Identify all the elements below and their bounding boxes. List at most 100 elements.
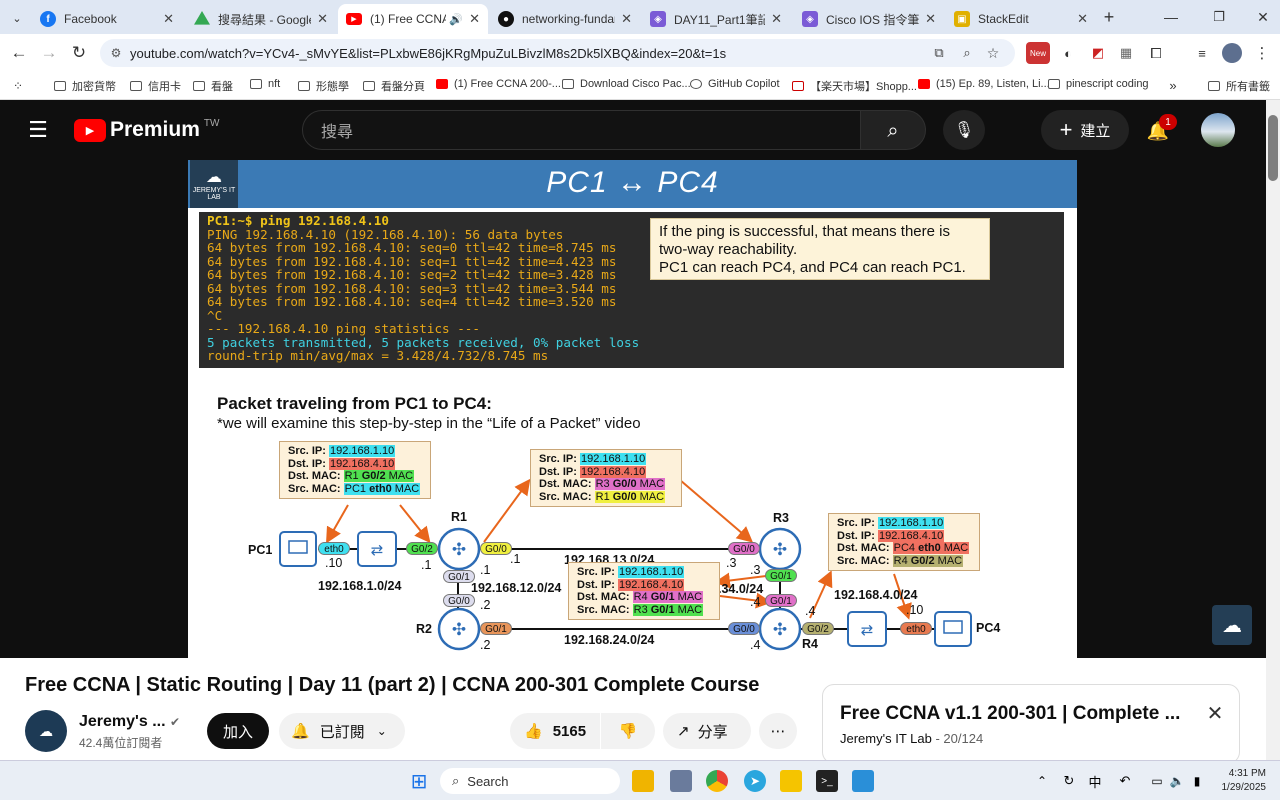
site-info-icon[interactable]: ⚙ (108, 44, 124, 62)
channel-avatar[interactable]: ☁ (25, 710, 67, 752)
dislike-button[interactable]: 👎 (601, 713, 655, 749)
profile-avatar[interactable] (1222, 43, 1242, 63)
video-player[interactable]: ☁ JEREMY'S IT LAB PC1 ↔ PC4 PC1:~$ ping 1… (188, 160, 1077, 658)
tab-facebook[interactable]: f Facebook ✕ (32, 4, 182, 34)
battery-icon[interactable]: ▮ (1188, 771, 1206, 791)
more-bookmarks-icon[interactable]: » (1166, 77, 1180, 93)
extension-icon[interactable]: ▦ (1116, 42, 1136, 64)
tab-stackedit[interactable]: ▣ StackEdit ✕ (946, 4, 1096, 34)
close-icon[interactable]: ✕ (317, 11, 328, 27)
close-icon[interactable]: ✕ (771, 11, 782, 27)
extension-new-icon[interactable]: New (1026, 42, 1050, 64)
tab-hackmd-day11[interactable]: ◈ DAY11_Part1筆記 - H ✕ (642, 4, 790, 34)
hackmd-icon: ◈ (802, 11, 818, 27)
file-explorer-icon[interactable] (632, 770, 654, 792)
search-button[interactable]: ⌕ (860, 110, 926, 150)
install-app-icon[interactable]: ⧉ (930, 44, 948, 62)
audio-playing-icon[interactable]: 🔊 (449, 13, 463, 26)
page-scrollbar[interactable] (1266, 100, 1280, 760)
channel-name[interactable]: Jeremy's ... ✔ (79, 713, 180, 731)
media-control-icon[interactable]: ≡ (1192, 42, 1212, 64)
tab-github[interactable]: ● networking-fundame ✕ (490, 4, 640, 34)
bookmark-folder[interactable]: pinescript coding (1048, 78, 1149, 90)
notepad-icon[interactable] (852, 770, 874, 792)
interface-r2-g01: G0/1 (480, 622, 512, 635)
tab-search-icon[interactable]: ⌄ (6, 8, 28, 28)
extension-icon[interactable]: ◐ (1058, 42, 1078, 64)
account-avatar[interactable] (1201, 113, 1235, 147)
close-window-icon[interactable]: ✕ (1252, 7, 1274, 27)
interface-r4-g00: G0/0 (728, 622, 760, 635)
restore-icon[interactable]: ❐ (1208, 7, 1230, 27)
extensions-puzzle-icon[interactable]: ⧠ (1146, 42, 1166, 64)
playlist-title[interactable]: Free CCNA v1.1 200-301 | Complete ... (840, 703, 1180, 725)
windows-start-icon[interactable]: ⊞ (408, 770, 430, 793)
telegram-icon[interactable]: ➤ (744, 770, 766, 792)
hamburger-menu-icon[interactable]: ☰ (26, 117, 50, 142)
search-input[interactable]: 搜尋 (302, 110, 862, 150)
close-icon[interactable]: ✕ (1077, 11, 1088, 27)
all-bookmarks[interactable]: 所有書籤 (1208, 78, 1270, 94)
bookmark-youtube[interactable]: (15) Ep. 89, Listen, Li... (918, 78, 1050, 90)
new-tab-icon[interactable]: + (1098, 7, 1120, 27)
bookmark-folder[interactable]: 看盤分頁 (363, 78, 425, 94)
back-icon[interactable]: ← (8, 42, 30, 64)
tab-hackmd-cisco[interactable]: ◈ Cisco IOS 指令筆記語 ✕ (794, 4, 944, 34)
thumbs-down-icon: 👎 (618, 723, 638, 740)
scrollbar-thumb[interactable] (1268, 115, 1278, 181)
forward-icon[interactable]: → (38, 42, 60, 64)
bookmark-folder[interactable]: nft (250, 78, 280, 90)
bookmark-folder[interactable]: 看盤 (193, 78, 233, 94)
github-icon (690, 79, 702, 89)
tab-google-drive[interactable]: 搜尋結果 - Google 雲 ✕ (186, 4, 336, 34)
subscribed-button[interactable]: 🔔 已訂閱 ⌄ (279, 713, 405, 749)
address-bar[interactable]: ⚙ youtube.com/watch?v=YCv4-_sMvYE&list=P… (100, 39, 1015, 67)
share-button[interactable]: ↗ 分享 (663, 713, 751, 749)
sync-icon[interactable]: ↻ (1060, 771, 1078, 791)
channel-watermark-icon[interactable]: ☁ (1212, 605, 1252, 645)
voice-search-icon[interactable]: 🎙 (943, 110, 985, 150)
bookmark-rakuten[interactable]: 【楽天市場】Shopp... (792, 78, 917, 94)
app-icon[interactable] (670, 770, 692, 792)
display-icon[interactable]: ▭ (1148, 771, 1166, 791)
zoom-icon[interactable]: ⌕ (958, 44, 976, 62)
notification-count-badge: 1 (1159, 114, 1177, 130)
arrow (679, 479, 754, 543)
bookmark-github[interactable]: GitHub Copilot (690, 78, 780, 90)
extension-icon[interactable]: ◩ (1088, 42, 1108, 64)
minimize-icon[interactable]: — (1160, 7, 1182, 27)
bookmark-folder[interactable]: 信用卡 (130, 78, 181, 94)
reload-icon[interactable]: ↻ (68, 42, 90, 64)
chrome-icon[interactable] (706, 770, 728, 792)
bookmark-folder[interactable]: 加密貨幣 (54, 78, 116, 94)
volume-icon[interactable]: 🔈 (1168, 771, 1186, 791)
close-icon[interactable]: ✕ (469, 11, 480, 27)
clock[interactable]: 4:31 PM 1/29/2025 (1214, 767, 1267, 795)
terminal-icon[interactable]: >_ (816, 770, 838, 792)
close-icon[interactable]: ✕ (621, 11, 632, 27)
join-button[interactable]: 加入 (207, 713, 269, 749)
bookmark-folder[interactable]: 形態學 (298, 78, 349, 94)
more-actions-button[interactable]: ⋯ (759, 713, 797, 749)
apps-grid-icon[interactable]: ⁘ (10, 78, 26, 94)
label-host: .10 (906, 603, 924, 617)
close-playlist-icon[interactable]: ✕ (1203, 701, 1227, 725)
label-r2: R2 (416, 622, 432, 636)
youtube-logo[interactable]: ▶ Premium TW (74, 118, 219, 142)
ime-mode-icon[interactable]: ↶ (1116, 771, 1134, 791)
tab-youtube[interactable]: ▶ (1) Free CCNA | St 🔊 ✕ (338, 4, 488, 34)
bookmark-youtube[interactable]: (1) Free CCNA 200-... (436, 78, 561, 90)
bookmark-star-icon[interactable]: ☆ (984, 44, 1002, 62)
taskbar-search[interactable]: ⌕ Search (440, 768, 620, 794)
like-button[interactable]: 👍 5165 (510, 713, 600, 749)
create-button[interactable]: + 建立 (1041, 110, 1129, 150)
close-icon[interactable]: ✕ (925, 11, 936, 27)
app-icon[interactable] (780, 770, 802, 792)
chevron-up-icon[interactable]: ⌃ (1034, 771, 1050, 791)
ime-indicator[interactable]: 中 (1086, 771, 1104, 791)
arrow (719, 592, 772, 609)
interface-pc1-eth0: eth0 (318, 542, 350, 555)
close-icon[interactable]: ✕ (163, 11, 174, 27)
menu-icon[interactable]: ⋮ (1252, 42, 1272, 64)
bookmark-link[interactable]: Download Cisco Pac... (562, 78, 691, 90)
